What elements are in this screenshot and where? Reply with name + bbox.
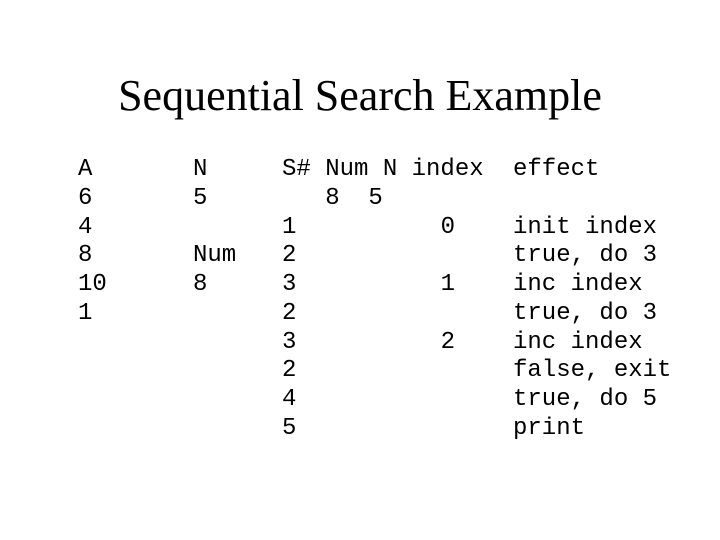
effect-value: inc index — [513, 271, 643, 298]
n-label: N — [193, 156, 208, 183]
effect-column: effect init index true, do 3 inc index t… — [513, 156, 671, 444]
variables-column: N 5 Num 8 — [193, 156, 236, 300]
index-value: 1 — [440, 271, 455, 298]
num-value: 8 — [193, 271, 208, 298]
array-header: A — [78, 156, 93, 183]
effect-value: init index — [513, 213, 658, 241]
array-value: 8 — [78, 242, 93, 270]
index-value — [412, 242, 484, 271]
array-value: 10 — [78, 271, 107, 298]
slide-title: Sequential Search Example — [118, 71, 602, 120]
index-value — [412, 357, 484, 386]
index-value — [412, 300, 484, 329]
index-value — [412, 415, 484, 444]
index-value: 0 — [440, 213, 455, 241]
effect-header: effect — [513, 156, 600, 183]
effect-value: true, do 3 — [513, 242, 658, 270]
effect-value: true, do 5 — [513, 386, 658, 413]
effect-value: false, exit — [513, 357, 672, 385]
effect-value: true, do 3 — [513, 299, 658, 327]
n-value: 5 — [193, 184, 208, 212]
index-column: 0 1 2 — [412, 156, 484, 444]
array-column: A 6 4 8 10 1 — [78, 156, 107, 329]
effect-value: inc index — [513, 328, 643, 356]
effect-value: print — [513, 414, 586, 442]
num-label: Num — [193, 242, 237, 270]
array-value: 1 — [78, 299, 93, 327]
array-value: 6 — [78, 184, 93, 212]
array-value: 4 — [78, 213, 93, 241]
index-value — [412, 386, 484, 415]
index-value: 2 — [440, 328, 455, 356]
